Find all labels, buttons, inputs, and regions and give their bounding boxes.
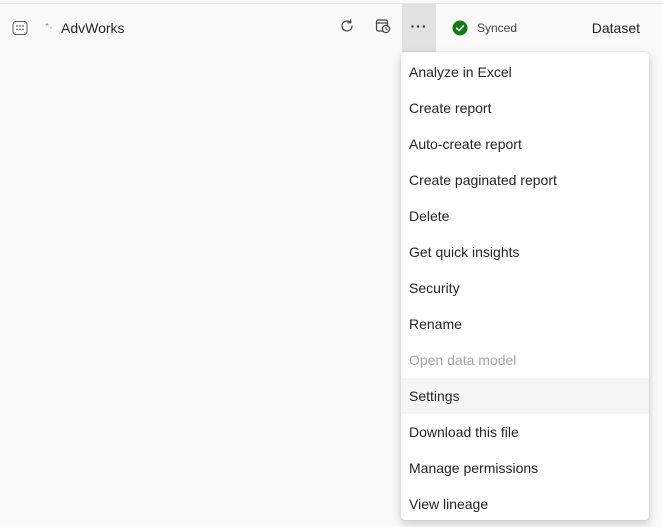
menu-item-create-report[interactable]: Create report xyxy=(401,90,649,126)
scheduled-refresh-icon xyxy=(375,18,391,39)
more-options-button[interactable]: ··· xyxy=(402,4,436,52)
more-options-menu: Analyze in Excel Create report Auto-crea… xyxy=(401,52,649,520)
menu-item-create-paginated-report[interactable]: Create paginated report xyxy=(401,162,649,198)
menu-item-view-lineage[interactable]: View lineage xyxy=(401,486,649,522)
menu-item-get-quick-insights[interactable]: Get quick insights xyxy=(401,234,649,270)
dataset-grid-icon xyxy=(12,20,28,36)
menu-item-auto-create-report[interactable]: Auto-create report xyxy=(401,126,649,162)
refresh-icon xyxy=(339,18,355,39)
workspace-content: AdvWorks ··· Synced Dataset Analyze in E… xyxy=(0,0,662,527)
menu-item-security[interactable]: Security xyxy=(401,270,649,306)
menu-item-delete[interactable]: Delete xyxy=(401,198,649,234)
menu-item-analyze-in-excel[interactable]: Analyze in Excel xyxy=(401,54,649,90)
more-options-icon: ··· xyxy=(410,18,428,34)
menu-item-manage-permissions[interactable]: Manage permissions xyxy=(401,450,649,486)
sparkle-icon xyxy=(45,17,53,30)
menu-item-open-data-model: Open data model xyxy=(409,352,517,368)
schedule-refresh-button[interactable] xyxy=(371,16,395,40)
status-text: Synced xyxy=(477,21,518,35)
menu-item-rename[interactable]: Rename xyxy=(401,306,649,342)
menu-item-download-this-file[interactable]: Download this file xyxy=(401,414,649,450)
item-type-label: Dataset xyxy=(591,20,640,36)
refresh-button[interactable] xyxy=(335,16,359,40)
sync-status: Synced xyxy=(452,20,517,36)
checkmark-circle-icon xyxy=(452,20,468,36)
dataset-row[interactable]: AdvWorks ··· Synced Dataset xyxy=(0,4,662,52)
menu-item-settings[interactable]: Settings xyxy=(401,378,649,414)
dataset-name[interactable]: AdvWorks xyxy=(61,19,125,37)
